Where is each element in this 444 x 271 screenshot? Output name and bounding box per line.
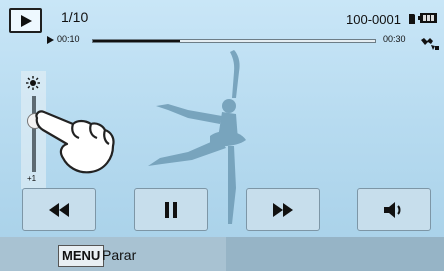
rewind-icon [49, 202, 69, 217]
image-stabilizer-icon [421, 38, 439, 50]
fast-forward-button[interactable] [246, 188, 320, 231]
touch-hand-icon [35, 110, 115, 174]
file-counter: 1/10 [61, 9, 89, 25]
rewind-button[interactable] [22, 188, 96, 231]
menu-key-label[interactable]: MENU [58, 245, 105, 267]
play-mode-icon [20, 14, 32, 27]
video-playback-screen: 1/10 100-0001 00:10 00:30 +1 MENU Parar [0, 0, 444, 271]
memory-card-icon [409, 14, 415, 24]
stop-action-label: Parar [102, 247, 137, 263]
total-time: 00:30 [383, 34, 406, 44]
fast-forward-icon [273, 202, 293, 217]
brightness-icon [26, 76, 40, 90]
playing-icon [47, 36, 54, 44]
elapsed-time: 00:10 [57, 34, 80, 44]
pause-button[interactable] [134, 188, 208, 231]
playback-mode-button[interactable] [9, 8, 42, 33]
progress-fill [93, 40, 181, 42]
battery-icon [418, 13, 437, 23]
volume-icon [384, 201, 401, 218]
playback-progress-bar[interactable] [92, 39, 376, 43]
pause-icon [165, 201, 177, 218]
volume-button[interactable] [357, 188, 431, 231]
file-number: 100-0001 [346, 12, 401, 27]
